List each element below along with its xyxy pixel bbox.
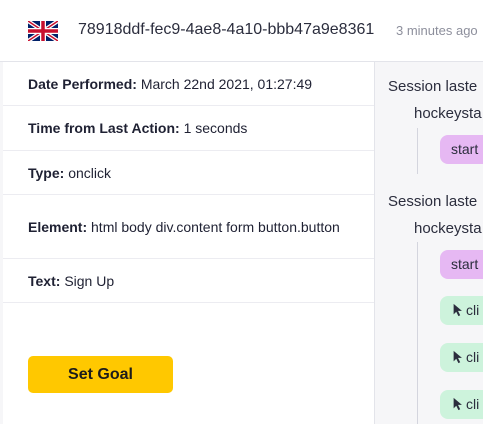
event-label: cli: [466, 349, 480, 365]
element-value: html body div.content form button.button: [91, 218, 340, 235]
event-click-pill[interactable]: cli: [440, 343, 483, 372]
event-start-pill[interactable]: start: [440, 250, 483, 279]
event-click-pill[interactable]: cli: [440, 296, 483, 325]
uk-flag-icon: [28, 21, 58, 41]
date-performed-label: Date Performed:: [28, 75, 137, 92]
time-from-last-action-row: Time from Last Action: 1 seconds: [3, 106, 374, 151]
type-label: Type:: [28, 164, 65, 181]
cursor-icon: [453, 303, 462, 317]
event-details-panel: Date Performed: March 22nd 2021, 01:27:4…: [3, 62, 375, 424]
event-click-pill[interactable]: cli: [440, 390, 483, 419]
cursor-icon: [453, 397, 462, 411]
time-from-last-action-label: Time from Last Action:: [28, 120, 180, 136]
event-start-pill[interactable]: start: [440, 135, 483, 164]
cursor-icon: [453, 350, 462, 364]
session-timeline: Session laste hockeysta start Session la…: [375, 62, 483, 424]
text-row: Text: Sign Up: [3, 259, 374, 303]
time-ago: 3 minutes ago: [396, 23, 478, 38]
session-user[interactable]: hockeysta: [414, 105, 482, 122]
type-row: Type: onclick: [3, 151, 374, 195]
type-value: onclick: [68, 164, 111, 181]
date-performed-value: March 22nd 2021, 01:27:49: [140, 75, 313, 92]
element-label: Element:: [28, 218, 88, 235]
session-title[interactable]: Session laste: [388, 193, 477, 210]
set-goal-button[interactable]: Set Goal: [28, 356, 173, 393]
timeline-line: [417, 242, 418, 424]
event-label: cli: [466, 302, 480, 318]
time-from-last-action-value: 1 seconds: [183, 120, 248, 136]
date-performed-row: Date Performed: March 22nd 2021, 01:27:4…: [3, 62, 374, 106]
session-header: 78918ddf-fec9-4ae8-4a10-bbb47a9e8361 3 m…: [0, 0, 483, 62]
timeline-line: [417, 128, 418, 174]
session-title[interactable]: Session laste: [388, 78, 477, 95]
element-row: Element: html body div.content form butt…: [3, 195, 374, 259]
event-label: start: [451, 256, 479, 272]
text-label: Text:: [28, 272, 61, 289]
text-value: Sign Up: [64, 272, 115, 289]
session-id: 78918ddf-fec9-4ae8-4a10-bbb47a9e8361: [78, 21, 375, 38]
event-label: cli: [466, 396, 480, 412]
session-user[interactable]: hockeysta: [414, 220, 482, 237]
event-label: start: [451, 141, 479, 157]
